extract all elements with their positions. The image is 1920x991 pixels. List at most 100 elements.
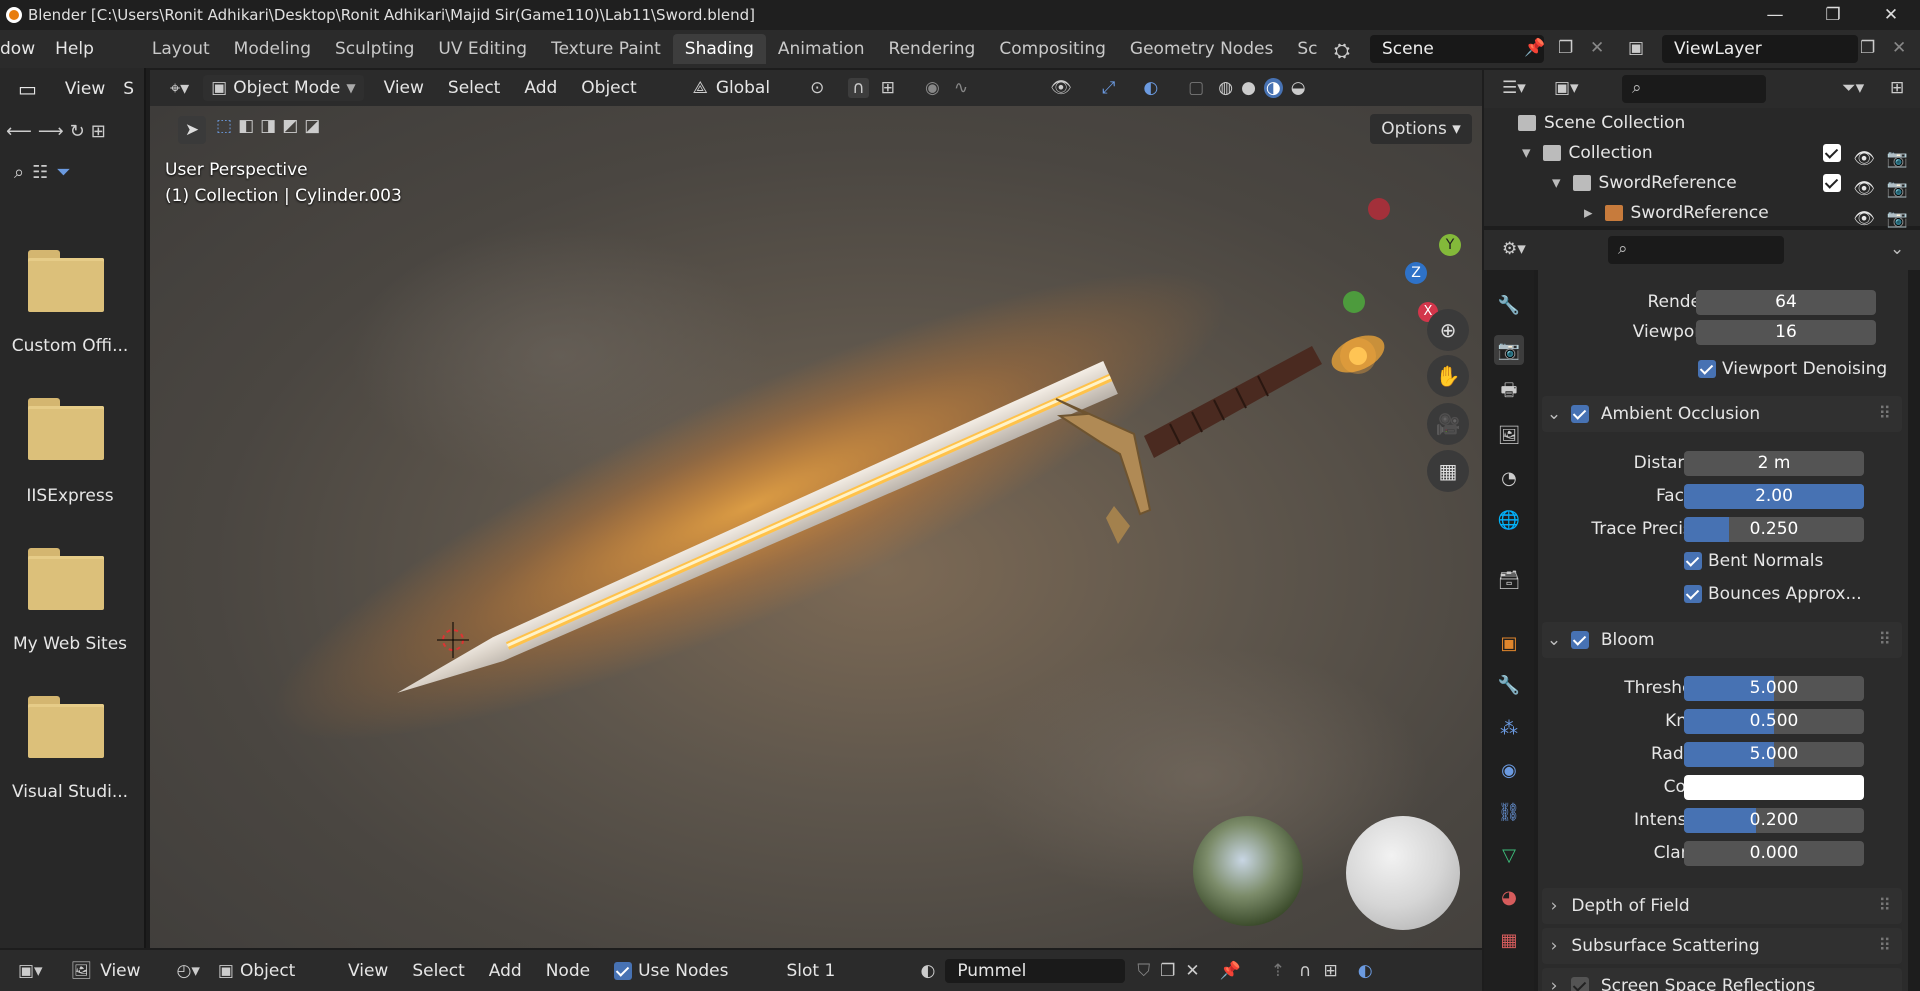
render-tab-icon[interactable]: 📷 [1494,335,1524,365]
ortho-toggle-icon[interactable]: ▦ [1427,450,1469,492]
pin-icon[interactable]: 📌 [1524,38,1545,58]
tab-layout[interactable]: Layout [140,34,222,64]
snap-target-icon[interactable]: ⊞ [881,78,895,98]
new-scene-icon[interactable]: ❐ [1558,38,1573,58]
proportional-edit-icon[interactable]: ◉ [925,78,940,98]
ao-trace-precision-slider[interactable]: 0.250 [1684,517,1864,542]
close-button[interactable]: ✕ [1862,0,1920,30]
delete-view-layer-icon[interactable]: ✕ [1892,38,1906,58]
gizmo-z-axis[interactable]: Z [1405,262,1427,284]
editor-type-icon[interactable]: ⌖▾ [170,78,189,99]
overlay-icon[interactable]: ◐ [1143,78,1158,98]
outliner-row-collection[interactable]: ▾ Collection 👁 📷 [1484,138,1920,169]
material-name-field[interactable]: Pummel [945,958,1126,983]
drag-handle-icon[interactable]: ⠿ [1879,396,1892,432]
camera-view-icon[interactable]: 🎥 [1427,403,1469,445]
depth-of-field-panel-header[interactable]: › Depth of Field ⠿ [1542,888,1902,924]
constraints-tab-icon[interactable]: ⛓ [1494,797,1524,827]
exclude-checkbox[interactable] [1823,174,1842,192]
texture-tab-icon[interactable]: ▦ [1494,925,1524,955]
tab-uv-editing[interactable]: UV Editing [426,34,539,64]
folder-icon[interactable] [28,250,104,312]
bent-normals-checkbox[interactable]: Bent Normals [1684,548,1823,574]
node-menu-select[interactable]: Select [412,961,464,981]
menu-window[interactable]: dow [0,39,45,59]
outliner-row-swordreference-object[interactable]: ▸ SwordReference 👁 📷 [1484,198,1920,229]
shader-editor-icon[interactable]: ◴▾ [177,961,200,981]
new-collection-icon[interactable]: ⊞ [1890,78,1904,98]
gizmo-neg-x[interactable] [1368,198,1390,220]
tab-scripting[interactable]: Sc [1285,34,1329,64]
scene-tab-icon[interactable]: ◔ [1494,463,1524,493]
tab-modeling[interactable]: Modeling [222,34,323,64]
screen-space-reflections-panel-header[interactable]: › Screen Space Reflections [1542,968,1902,991]
snap-icon[interactable]: ∩ [848,78,869,98]
physics-tab-icon[interactable]: ◉ [1494,755,1524,785]
tab-compositing[interactable]: Compositing [987,34,1118,64]
samples-viewport-field[interactable]: 16 [1696,320,1876,345]
snap-icon[interactable]: ∩ [1299,961,1311,981]
material-preview-icon[interactable]: ◑ [1263,78,1283,98]
display-mode-icon[interactable]: ▣▾ [1554,78,1579,98]
bloom-intensity-slider[interactable]: 0.200 [1684,808,1864,833]
scene-icon[interactable]: ⛭ [1334,38,1350,62]
parent-node-tree-icon[interactable]: ⇡ [1271,961,1285,981]
visibility-icon[interactable]: 👁 [1050,78,1072,98]
editor-type-icon[interactable]: ▭ [18,77,37,101]
filter-icon[interactable]: ⏷▾ [1842,78,1864,98]
data-tab-icon[interactable]: ▽ [1494,840,1524,870]
3d-viewport[interactable]: ➤ ⬚ ◧ ◨ ◩ ◪ Options ▾ User Perspective (… [150,106,1482,948]
drag-handle-icon[interactable]: ⠿ [1879,888,1892,924]
back-arrow-icon[interactable]: ⟵ [6,121,32,142]
maximize-button[interactable]: ❐ [1804,0,1862,30]
view-layer-selector[interactable]: ViewLayer [1662,35,1858,63]
tab-rendering[interactable]: Rendering [877,34,988,64]
particles-tab-icon[interactable]: ⁂ [1494,713,1524,743]
editor-type-icon[interactable]: ☰▾ [1502,78,1526,98]
expand-icon[interactable]: ▾ [1522,143,1531,163]
gizmo-neg-y[interactable] [1343,291,1365,313]
material-tab-icon[interactable]: ◕ [1494,882,1524,912]
ssr-checkbox[interactable] [1571,977,1590,991]
falloff-icon[interactable]: ∿ [954,78,968,98]
viewport-denoising-checkbox[interactable]: Viewport Denoising [1698,356,1887,382]
unlink-material-icon[interactable]: ✕ [1185,961,1199,981]
chevron-down-icon[interactable]: ⌄ [1890,239,1904,259]
editor-type-icon[interactable]: ⚙▾ [1502,239,1526,259]
object-tab-icon[interactable]: ▣ [1494,628,1524,658]
viewport-menu-view[interactable]: View [384,78,424,98]
bloom-panel-header[interactable]: ⌄ Bloom ⠿ [1542,622,1902,658]
snap-target-icon[interactable]: ⊞ [1323,961,1337,981]
viewport-menu-add[interactable]: Add [524,78,557,98]
bloom-threshold-slider[interactable]: 5.000 [1684,676,1864,701]
new-view-layer-icon[interactable]: ❐ [1860,38,1875,58]
overlay-icon[interactable]: ◐ [1358,961,1373,981]
pin-icon[interactable]: 📌 [1220,961,1241,981]
pivot-icon[interactable]: ⊙ [810,78,824,98]
folder-icon[interactable] [28,548,104,610]
slot-dropdown[interactable]: Slot 1 [786,961,896,981]
menu-help[interactable]: Help [45,39,104,59]
ambient-occlusion-checkbox[interactable] [1571,405,1590,423]
folder-label[interactable]: Visual Studi... [0,782,140,802]
folder-icon[interactable] [28,696,104,758]
folder-label[interactable]: Custom Offi... [0,336,140,356]
file-browser-view-menu[interactable]: View [100,961,140,981]
exclude-checkbox[interactable] [1823,144,1842,162]
sword-model[interactable] [150,106,1482,948]
delete-scene-icon[interactable]: ✕ [1590,38,1604,58]
minimize-button[interactable]: — [1746,0,1804,30]
new-folder-icon[interactable]: ⊞ [91,121,106,142]
pan-hand-icon[interactable]: ✋ [1427,355,1469,397]
expand-icon[interactable]: ▾ [1552,173,1561,193]
tool-tab-icon[interactable]: 🔧 [1494,290,1524,320]
wireframe-shading-icon[interactable]: ◍ [1218,78,1233,98]
tab-shading[interactable]: Shading [672,34,766,64]
viewport-menu-object[interactable]: Object [581,78,636,98]
output-tab-icon[interactable]: 🖶 [1494,378,1524,408]
file-view-menu[interactable]: View [65,79,105,99]
outliner-row-scene-collection[interactable]: Scene Collection [1484,108,1920,138]
outliner-row-swordreference-collection[interactable]: ▾ SwordReference 👁 📷 [1484,168,1920,199]
file-select-menu[interactable]: S [123,79,134,99]
world-tab-icon[interactable]: 🌐 [1494,505,1524,535]
